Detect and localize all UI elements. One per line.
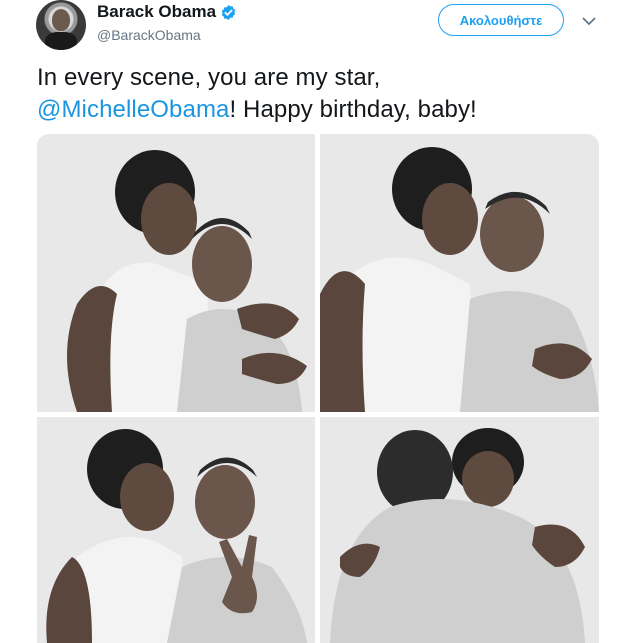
photo-booth-peace-sign-icon <box>37 417 315 643</box>
author-display-name[interactable]: Barack Obama <box>97 2 216 22</box>
tweet-text-intro: In every scene, you are my star, <box>37 64 381 91</box>
photo-booth-kiss-icon <box>320 134 599 412</box>
avatar-shirt <box>45 32 77 50</box>
chevron-down-icon[interactable] <box>580 12 598 30</box>
photo-1[interactable] <box>37 134 315 412</box>
photo-booth-hug-icon <box>37 134 315 412</box>
photo-3[interactable] <box>37 417 315 643</box>
media-grid <box>37 134 599 643</box>
follow-button[interactable]: Ακολουθήστε <box>438 4 564 36</box>
tweet: Barack Obama @BarackObama Ακολουθήστε In… <box>0 0 635 643</box>
avatar[interactable] <box>36 0 86 50</box>
author-handle[interactable]: @BarackObama <box>97 27 201 43</box>
mention-link[interactable]: @MichelleObama <box>37 96 230 123</box>
photo-2[interactable] <box>320 134 599 412</box>
photo-booth-embrace-icon <box>320 417 599 643</box>
verified-badge-icon <box>221 4 236 20</box>
photo-4[interactable] <box>320 417 599 643</box>
avatar-face <box>52 9 70 31</box>
author-name-row: Barack Obama <box>97 2 237 22</box>
tweet-text: In every scene, you are my star, @Michel… <box>37 62 607 126</box>
tweet-text-outro: ! Happy birthday, baby! <box>229 96 477 123</box>
